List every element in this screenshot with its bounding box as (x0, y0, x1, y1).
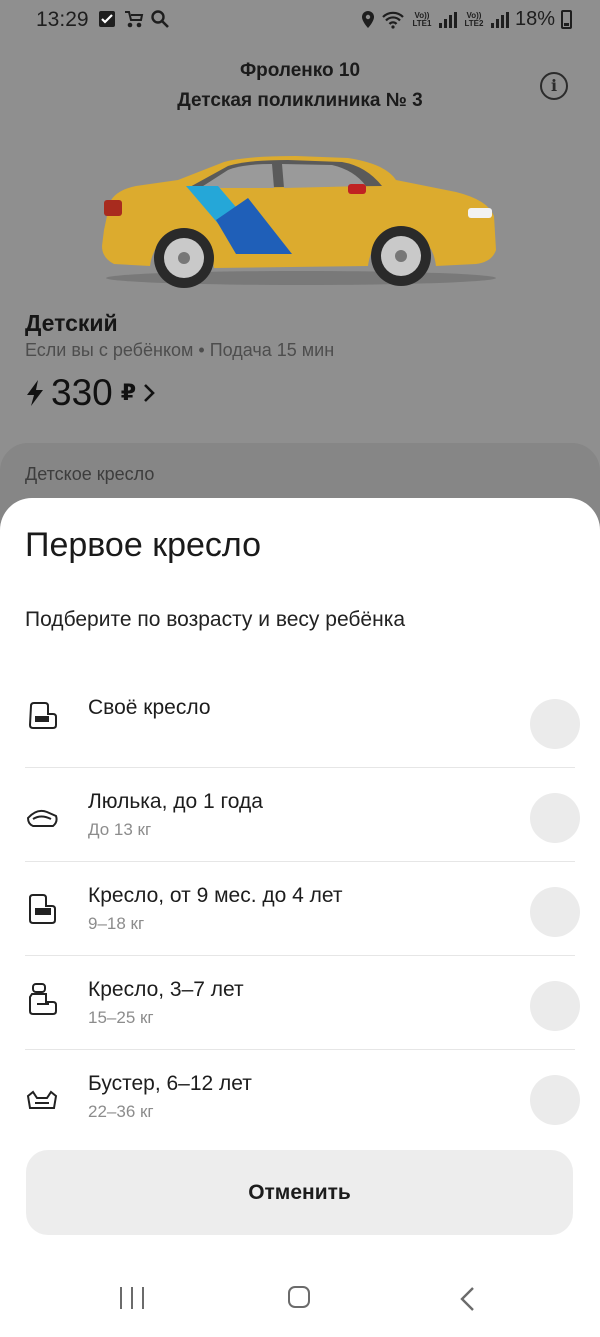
seat-option-infant[interactable]: Кресло, от 9 мес. до 4 лет 9–18 кг (25, 862, 580, 956)
option-title: Люлька, до 1 года (88, 790, 263, 813)
child-seat-icon (29, 983, 57, 1015)
seat-option-booster[interactable]: Бустер, 6–12 лет 22–36 кг (25, 1050, 580, 1144)
price-value: 330 (51, 372, 113, 413)
route-to[interactable]: Детская поликлиника № 3 (0, 90, 600, 112)
system-nav-bar (0, 1262, 600, 1337)
status-bar: 13:29 Vo)) LTE1 Vo)) LTE2 18% (0, 0, 600, 42)
sheet-title: Первое кресло (25, 526, 262, 564)
option-title: Кресло, от 9 мес. до 4 лет (88, 884, 343, 907)
booster-icon (26, 1090, 58, 1109)
signal-icon-2 (490, 11, 509, 28)
wifi-icon (382, 11, 404, 29)
radio-button[interactable] (530, 699, 580, 749)
option-title: Своё кресло (88, 696, 211, 719)
route-from[interactable]: Фроленко 10 (0, 60, 600, 82)
recent-apps-icon[interactable] (120, 1287, 144, 1309)
search-icon (151, 10, 169, 28)
cradle-icon (26, 809, 58, 827)
chevron-right-icon (144, 384, 155, 402)
info-icon[interactable]: i (540, 72, 568, 100)
currency: ₽ (120, 380, 137, 405)
sim1-label: Vo)) LTE1 (412, 10, 432, 28)
sim2-label: Vo)) LTE2 (464, 10, 484, 28)
signal-icon (438, 11, 457, 28)
home-icon[interactable] (288, 1286, 310, 1308)
option-desc: 15–25 кг (88, 1008, 154, 1027)
option-desc: 22–36 кг (88, 1102, 154, 1121)
stroller-icon (125, 11, 144, 28)
cancel-button[interactable]: Отменить (26, 1150, 573, 1235)
seat-option-own[interactable]: Своё кресло (25, 674, 580, 768)
lightning-icon (27, 380, 43, 406)
battery-percent: 18% (514, 8, 555, 30)
battery-icon (561, 10, 572, 29)
seat-option-cradle[interactable]: Люлька, до 1 года До 13 кг (25, 768, 580, 862)
own-seat-icon (28, 702, 57, 729)
option-desc: 9–18 кг (88, 914, 145, 933)
radio-button[interactable] (530, 793, 580, 843)
option-title: Кресло, 3–7 лет (88, 978, 244, 1001)
tariff-subtitle: Если вы с ребёнком • Подача 15 мин (25, 340, 335, 360)
radio-button[interactable] (530, 887, 580, 937)
seat-option-child[interactable]: Кресло, 3–7 лет 15–25 кг (25, 956, 580, 1050)
status-time: 13:29 (36, 8, 89, 31)
location-icon (361, 11, 374, 28)
price-row[interactable]: 330 ₽ (25, 372, 156, 414)
seat-picker-sheet: Первое кресло Подберите по возрасту и ве… (0, 498, 600, 1337)
infant-seat-icon (29, 894, 56, 924)
radio-button[interactable] (530, 1075, 580, 1125)
taxi-car-image (102, 156, 496, 288)
back-icon[interactable] (458, 1286, 478, 1312)
child-seat-section-label: Детское кресло (25, 464, 155, 484)
radio-button[interactable] (530, 981, 580, 1031)
sheet-subtitle: Подберите по возрасту и весу ребёнка (25, 608, 406, 631)
tariff-name: Детский (25, 310, 118, 336)
option-desc: До 13 кг (88, 820, 152, 839)
checkbox-icon (99, 11, 115, 27)
option-title: Бустер, 6–12 лет (88, 1072, 252, 1095)
